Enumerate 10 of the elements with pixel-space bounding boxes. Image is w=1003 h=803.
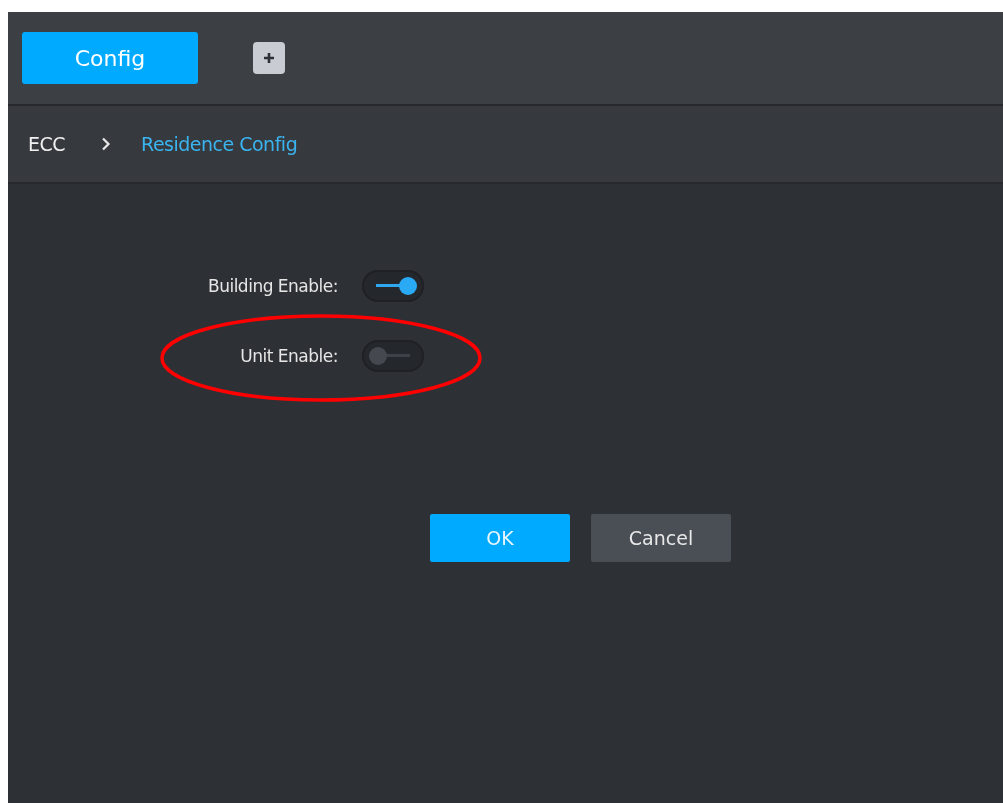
toggle-switch[interactable]: [362, 340, 424, 372]
plus-icon: [263, 52, 275, 64]
field-label: Building Enable:: [207, 276, 338, 296]
field-label: Unit Enable:: [239, 346, 338, 366]
chevron-icon: [101, 137, 112, 151]
breadcrumb-item[interactable]: ECC: [28, 133, 66, 155]
add-tab-button[interactable]: [253, 42, 285, 74]
toggle-switch[interactable]: [362, 270, 424, 302]
breadcrumb-item: Residence Config: [141, 133, 298, 155]
cancel-button[interactable]: Cancel: [591, 514, 731, 562]
